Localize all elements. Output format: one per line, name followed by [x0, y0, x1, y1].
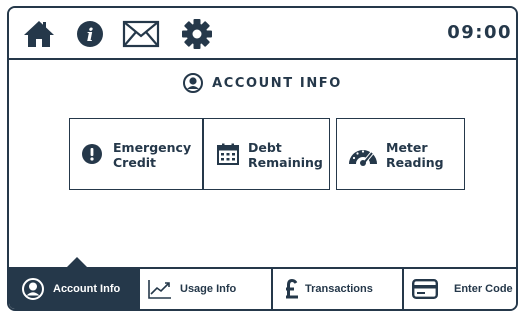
debt-remaining-button[interactable]: Debt Remaining — [203, 118, 330, 190]
pound-icon — [285, 279, 299, 299]
alert-icon — [82, 144, 102, 164]
tab-usage-info[interactable]: Usage Info — [140, 269, 273, 309]
card-label-emergency-credit: Emergency Credit — [113, 140, 192, 170]
emergency-credit-button[interactable]: Emergency Credit — [69, 118, 203, 190]
meter-display: i 09:00 ACCOUNT INFO Emergency Credit De… — [7, 6, 518, 311]
info-icon[interactable]: i — [76, 20, 104, 48]
gear-icon[interactable] — [181, 18, 213, 50]
tab-label: Account Info — [53, 283, 121, 295]
tab-label: Enter Code — [454, 283, 513, 295]
user-icon — [22, 278, 44, 300]
card-icon — [412, 279, 438, 299]
page-title-text: ACCOUNT INFO — [212, 75, 342, 91]
bottom-tab-bar: Account Info Usage Info Transactions Ent… — [9, 267, 516, 309]
clock-time: 09:00 — [447, 22, 512, 43]
mail-icon[interactable] — [122, 19, 160, 49]
chart-line-icon — [148, 279, 172, 299]
calendar-icon — [217, 143, 239, 165]
gauge-icon — [348, 146, 378, 166]
card-label-meter-reading: Meter Reading — [386, 140, 444, 170]
svg-text:i: i — [87, 25, 94, 46]
meter-reading-button[interactable]: Meter Reading — [336, 118, 465, 190]
top-bar: i 09:00 — [9, 8, 516, 60]
tab-enter-code[interactable]: Enter Code — [404, 269, 516, 309]
home-icon[interactable] — [23, 19, 55, 49]
tab-account-info[interactable]: Account Info — [9, 269, 140, 309]
user-icon — [183, 73, 204, 93]
tab-transactions[interactable]: Transactions — [273, 269, 404, 309]
tab-label: Transactions — [305, 283, 373, 295]
page-title: ACCOUNT INFO — [9, 68, 516, 98]
tab-label: Usage Info — [180, 283, 237, 295]
card-label-debt-remaining: Debt Remaining — [248, 140, 323, 170]
